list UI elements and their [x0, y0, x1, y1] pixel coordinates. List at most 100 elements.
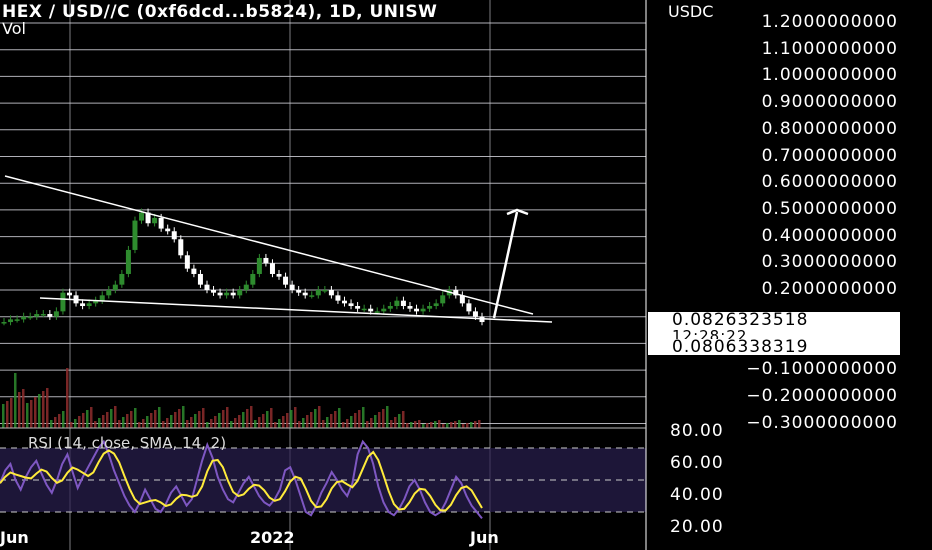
- candle-body: [158, 217, 164, 229]
- candle-body: [112, 284, 118, 290]
- volume-bar: [410, 422, 413, 428]
- volume-bar: [162, 421, 165, 428]
- price-tick-label: 0.9000000000: [761, 92, 898, 113]
- upper-trendline: [4, 175, 534, 315]
- candle-body: [276, 273, 282, 277]
- volume-bar: [30, 400, 33, 428]
- candle-body: [8, 319, 14, 323]
- volume-bar: [118, 420, 121, 428]
- rsi-tick-label: 40.00: [670, 485, 724, 505]
- volume-bar: [374, 415, 377, 428]
- volume-bar: [22, 389, 25, 428]
- volume-bar: [202, 408, 205, 428]
- rsi-indicator-label[interactable]: RSI (14, close, SMA, 14, 2): [28, 434, 226, 452]
- volume-bar: [74, 419, 77, 428]
- volume-bar: [326, 417, 329, 428]
- volume-bar: [446, 423, 449, 428]
- volume-bar: [86, 410, 89, 428]
- volume-bar: [50, 420, 53, 428]
- candle-body: [387, 306, 393, 309]
- volume-bar: [126, 414, 129, 428]
- volume-bar: [382, 409, 385, 428]
- volume-bar: [414, 421, 417, 428]
- candle-body: [250, 273, 256, 285]
- candle-body: [152, 217, 158, 224]
- candle-body: [322, 290, 328, 292]
- price-tick-label: 0.8000000000: [761, 118, 898, 139]
- volume-bar: [66, 368, 69, 428]
- volume-bar: [130, 411, 133, 428]
- candle-body: [394, 300, 400, 307]
- volume-bar: [466, 423, 469, 428]
- volume-bar: [38, 394, 41, 428]
- volume-bar: [378, 412, 381, 428]
- volume-bar: [386, 406, 389, 428]
- volume-bar: [322, 420, 325, 428]
- volume-bar: [206, 422, 209, 428]
- volume-bar: [14, 373, 17, 428]
- volume-bar: [146, 416, 149, 428]
- volume-bar: [434, 421, 437, 428]
- volume-bar: [246, 409, 249, 428]
- price-tick-label: 0.2000000000: [761, 279, 898, 299]
- volume-bar: [402, 411, 405, 428]
- candle-body: [125, 249, 131, 274]
- candle-body: [139, 212, 145, 221]
- volume-bar: [442, 424, 445, 428]
- volume-bar: [238, 415, 241, 428]
- candle-body: [472, 311, 478, 317]
- volume-bar: [310, 412, 313, 428]
- candle-body: [1, 322, 7, 324]
- candle-body: [217, 292, 223, 296]
- volume-bar: [278, 419, 281, 428]
- candle-body: [80, 303, 86, 307]
- trendlines[interactable]: [4, 175, 553, 323]
- volume-bar: [330, 414, 333, 428]
- candle-body: [27, 316, 33, 319]
- candle-body: [269, 263, 275, 274]
- candle-body: [165, 228, 171, 232]
- volume-bar: [314, 409, 317, 428]
- time-label-jun-left: Jun: [0, 528, 29, 547]
- volume-bar: [134, 408, 137, 428]
- volume-bar: [370, 418, 373, 428]
- second-price-value: 0.0806338319: [672, 337, 809, 357]
- volume-bar: [270, 408, 273, 428]
- candle-body: [53, 311, 59, 317]
- candle-body: [99, 295, 105, 301]
- volume-bar: [62, 411, 65, 428]
- volume-bar: [258, 417, 261, 428]
- volume-bar: [210, 419, 213, 428]
- candle-body: [243, 284, 249, 290]
- volume-bar: [122, 417, 125, 428]
- candle-body: [204, 284, 210, 290]
- volume-bar: [214, 416, 217, 428]
- candle-body: [191, 268, 197, 274]
- volume-bar: [26, 403, 29, 428]
- candle-body: [211, 290, 217, 293]
- volume-bar: [150, 413, 153, 428]
- volume-bar: [78, 416, 81, 428]
- price-tick-label: −0.3000000000: [746, 412, 898, 433]
- candle-body: [47, 314, 53, 317]
- volume-bar: [82, 413, 85, 428]
- volume-bar: [138, 422, 141, 428]
- volume-bar: [182, 406, 185, 428]
- candle-body: [184, 255, 190, 269]
- volume-bars: [2, 368, 481, 428]
- volume-bar: [274, 422, 277, 428]
- volume-bar: [10, 398, 13, 428]
- price-tick-label: 0.4000000000: [761, 225, 898, 246]
- price-axis-currency: USDC: [668, 2, 714, 21]
- chart-title: HEX / USD//C (0xf6dcd...b5824), 1D, UNIS…: [2, 2, 438, 22]
- volume-bar: [106, 412, 109, 428]
- volume-bar: [334, 411, 337, 428]
- candle-body: [368, 308, 374, 312]
- candle-body: [315, 290, 321, 296]
- candle-body: [40, 314, 46, 316]
- volume-bar: [426, 423, 429, 428]
- volume-bar: [170, 415, 173, 428]
- candle-body: [328, 290, 334, 296]
- candle-body: [237, 290, 243, 296]
- candle-body: [289, 284, 295, 290]
